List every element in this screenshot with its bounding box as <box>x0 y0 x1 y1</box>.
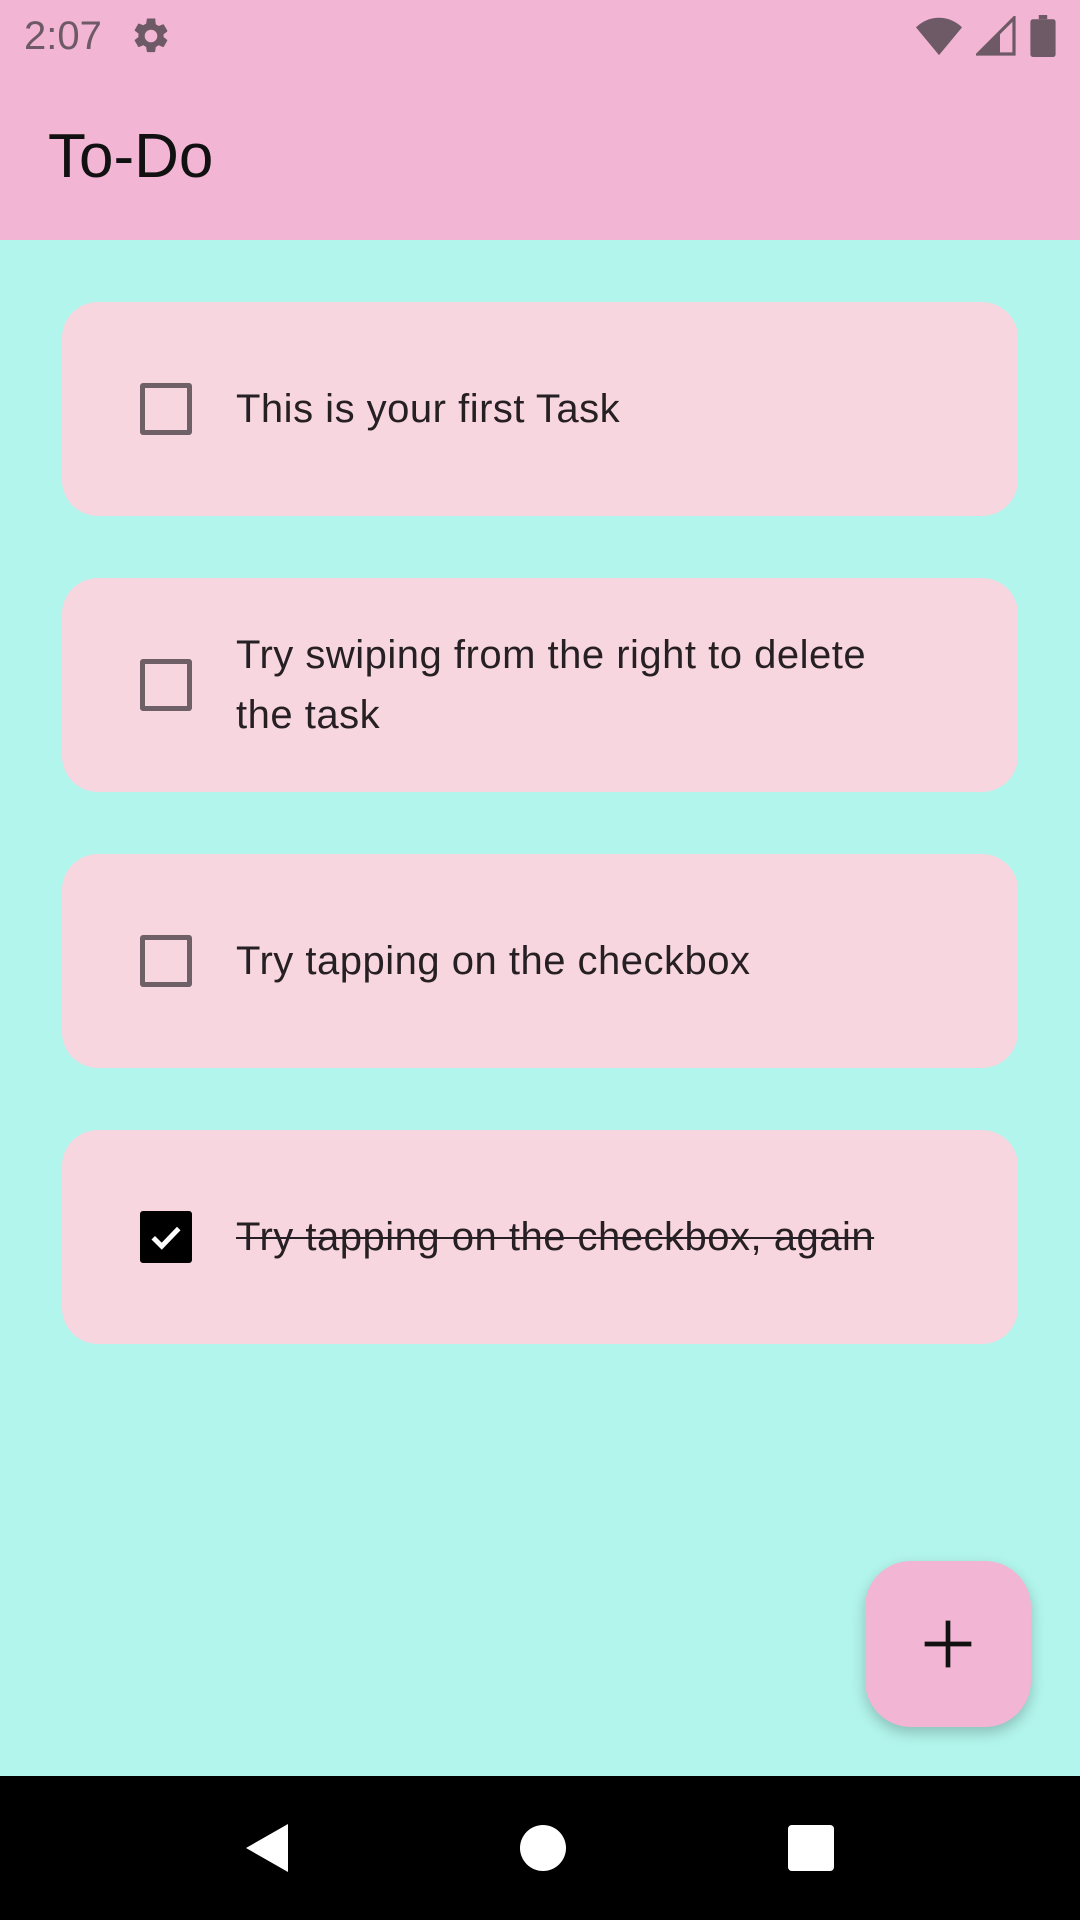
task-text: Try tapping on the checkbox, again <box>236 1215 875 1259</box>
wifi-icon <box>916 17 962 56</box>
task-card[interactable]: This is your first Task <box>62 302 1018 516</box>
add-task-button[interactable] <box>865 1561 1031 1727</box>
task-text: This is your first Task <box>236 387 621 431</box>
battery-icon <box>1030 15 1056 57</box>
task-checkbox[interactable] <box>140 1211 192 1263</box>
task-text: Try tapping on the checkbox <box>236 939 751 983</box>
plus-icon <box>924 1620 972 1668</box>
recents-icon <box>788 1825 834 1871</box>
task-card[interactable]: Try tapping on the checkbox <box>62 854 1018 1068</box>
task-checkbox[interactable] <box>140 383 192 435</box>
task-text: Try swiping from the right to delete the… <box>236 633 867 737</box>
app-bar: To-Do <box>0 72 1080 240</box>
recents-button[interactable] <box>783 1820 839 1876</box>
status-time: 2:07 <box>24 13 102 58</box>
back-button[interactable] <box>240 1820 296 1876</box>
page-title: To-Do <box>48 121 214 191</box>
status-bar: 2:07 <box>0 0 1080 72</box>
task-card[interactable]: Try tapping on the checkbox, again <box>62 1130 1018 1344</box>
checkmark-icon <box>151 1226 181 1250</box>
status-icons <box>916 15 1056 57</box>
task-card[interactable]: Try swiping from the right to delete the… <box>62 578 1018 792</box>
gear-icon <box>134 18 168 53</box>
home-icon <box>520 1825 566 1871</box>
signal-icon <box>976 16 1016 56</box>
navigation-bar <box>0 1776 1080 1920</box>
task-list: This is your first Task Try swiping from… <box>62 302 1018 1406</box>
home-button[interactable] <box>515 1820 571 1876</box>
task-checkbox[interactable] <box>140 659 192 711</box>
task-checkbox[interactable] <box>140 935 192 987</box>
back-icon <box>246 1824 288 1872</box>
